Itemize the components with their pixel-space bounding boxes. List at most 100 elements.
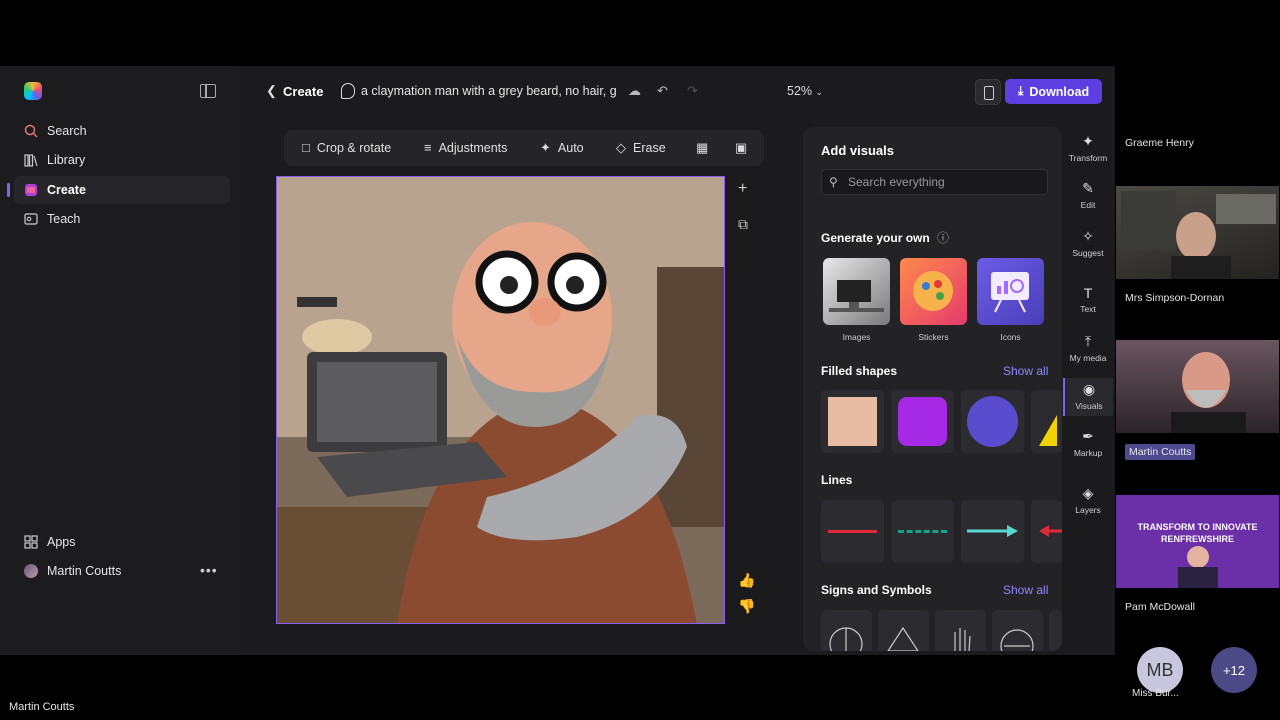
peace-icon	[829, 627, 863, 651]
triangle-shape	[1039, 415, 1057, 446]
sign-no-entry-tile[interactable]	[992, 610, 1043, 651]
background-remove-button[interactable]: ▦	[696, 140, 708, 156]
image-effects-button[interactable]: ▣	[735, 140, 747, 156]
sidebar-item-label: Create	[47, 183, 86, 197]
rail-transform[interactable]: ✦ Transform	[1063, 133, 1113, 163]
download-icon: ⤓	[1017, 84, 1024, 98]
erase-button[interactable]: ◇ Erase	[616, 140, 666, 156]
hand-icon	[954, 628, 971, 651]
active-indicator	[7, 183, 10, 197]
search-icon	[24, 124, 38, 138]
rail-visuals[interactable]: ◉ Visuals	[1063, 378, 1113, 416]
sidebar: Search Library Create Teach Apps Martin …	[0, 66, 238, 655]
duplicate-page-icon[interactable]: ⧉	[738, 216, 748, 233]
line-arrow-left-tile[interactable]	[1031, 500, 1062, 563]
auto-button[interactable]: ✦ Auto	[540, 140, 584, 156]
shape-rounded-square-tile[interactable]	[891, 390, 954, 453]
checker-icon: ▦	[696, 140, 709, 155]
line-arrow-tile[interactable]	[961, 500, 1024, 563]
info-icon[interactable]: ⓘ	[937, 231, 949, 245]
rounded-square-shape	[898, 397, 947, 446]
back-icon[interactable]: ❮	[266, 83, 277, 99]
images-thumbnail	[829, 280, 884, 312]
crop-label: Crop & rotate	[316, 140, 392, 155]
participant-video[interactable]	[1116, 340, 1279, 433]
prompt-text[interactable]: a claymation man with a grey beard, no h…	[361, 84, 617, 98]
generate-icons-tile[interactable]	[977, 258, 1044, 325]
participant-video[interactable]	[1116, 186, 1279, 279]
visuals-icon: ◉	[1082, 381, 1096, 397]
icons-thumbnail	[991, 272, 1029, 313]
download-button[interactable]: ⤓ Download	[1005, 79, 1102, 104]
apps-icon	[24, 535, 38, 549]
rail-my-media[interactable]: ⤒ My media	[1063, 333, 1113, 363]
shape-square-tile[interactable]	[821, 390, 884, 453]
magic-wand-icon: ✦	[540, 140, 551, 155]
meeting-participants: Graeme Henry Mrs Simpson-Dornan Martin C…	[1115, 0, 1280, 720]
line-dashed-tile[interactable]	[891, 500, 954, 563]
add-page-icon[interactable]: +	[738, 180, 747, 198]
banner-text: TRANSFORM TO INNOVATE RENFREWSHIRE	[1137, 522, 1258, 544]
generate-images-tile[interactable]	[823, 258, 890, 325]
auto-label: Auto	[557, 141, 584, 155]
filled-shapes-heading: Filled shapes	[821, 364, 898, 378]
redo-icon[interactable]: ↷	[687, 83, 698, 99]
filled-shapes-show-all[interactable]: Show all	[1003, 364, 1048, 378]
sliders-icon: ≡	[424, 140, 432, 155]
more-options-icon[interactable]: •••	[200, 562, 218, 578]
participant-name: Mrs Simpson-Dornan	[1125, 292, 1225, 304]
back-button[interactable]: Create	[283, 84, 323, 99]
generate-stickers-tile[interactable]	[900, 258, 967, 325]
shape-circle-tile[interactable]	[961, 390, 1024, 453]
zoom-select[interactable]: 52% ⌄	[787, 84, 823, 98]
thumbs-up-icon[interactable]: 👍	[738, 572, 755, 589]
line-solid-tile[interactable]	[821, 500, 884, 563]
account-button[interactable]: Martin Coutts	[14, 557, 230, 585]
crop-icon: □	[302, 140, 310, 155]
transform-icon: ✦	[1082, 133, 1094, 149]
participant-video[interactable]: TRANSFORM TO INNOVATE RENFREWSHIRE	[1116, 495, 1279, 588]
sidebar-item-label: Search	[47, 124, 87, 138]
apps-button[interactable]: Apps	[14, 528, 230, 556]
sidebar-item-library[interactable]: Library	[14, 146, 230, 174]
sidebar-item-label: Teach	[47, 212, 81, 226]
mobile-preview-button[interactable]	[975, 79, 1001, 105]
undo-icon[interactable]: ↶	[657, 83, 668, 99]
shape-triangle-tile[interactable]	[1031, 390, 1062, 453]
copilot-logo-icon[interactable]	[24, 82, 42, 100]
signs-heading: Signs and Symbols	[821, 583, 932, 597]
thumbs-down-icon[interactable]: 👎	[738, 598, 755, 615]
visuals-search-input[interactable]: ⚲ Search everything	[821, 169, 1048, 195]
rail-edit[interactable]: ✎ Edit	[1063, 180, 1113, 210]
participant-name: Miss Bur...	[1132, 688, 1179, 699]
sidebar-item-search[interactable]: Search	[14, 117, 230, 145]
more-participants-button[interactable]: +12	[1211, 647, 1257, 693]
rail-markup[interactable]: ✒ Markup	[1063, 428, 1113, 458]
create-icon	[25, 184, 37, 196]
prompt-icon	[341, 83, 355, 99]
sign-partial-tile[interactable]	[1049, 610, 1062, 651]
sidebar-item-create[interactable]: Create	[14, 176, 230, 204]
rail-layers[interactable]: ◈ Layers	[1063, 485, 1113, 515]
signs-show-all[interactable]: Show all	[1003, 583, 1048, 597]
sidebar-item-teach[interactable]: Teach	[14, 205, 230, 233]
crop-rotate-button[interactable]: □ Crop & rotate	[302, 140, 391, 155]
rail-text[interactable]: T Text	[1063, 285, 1113, 314]
sign-peace-tile[interactable]	[821, 610, 872, 651]
icons-label: Icons	[1000, 332, 1021, 342]
eraser-icon: ◇	[616, 140, 626, 155]
panel-toggle-icon[interactable]	[200, 84, 216, 98]
layers-icon: ◈	[1082, 485, 1094, 501]
panel-title: Add visuals	[821, 143, 894, 158]
square-shape	[828, 397, 877, 446]
rail-suggest[interactable]: ✧ Suggest	[1063, 228, 1113, 258]
stickers-label: Stickers	[918, 332, 949, 342]
adjustments-label: Adjustments	[438, 140, 508, 155]
avatar[interactable]: MB	[1137, 647, 1183, 693]
sign-warning-tile[interactable]	[878, 610, 929, 651]
canvas-image[interactable]	[276, 176, 725, 624]
adjustments-button[interactable]: ≡ Adjustments	[424, 140, 507, 155]
pencil-icon: ✎	[1082, 180, 1094, 196]
sign-hand-tile[interactable]	[935, 610, 986, 651]
text-icon: T	[1083, 285, 1093, 301]
